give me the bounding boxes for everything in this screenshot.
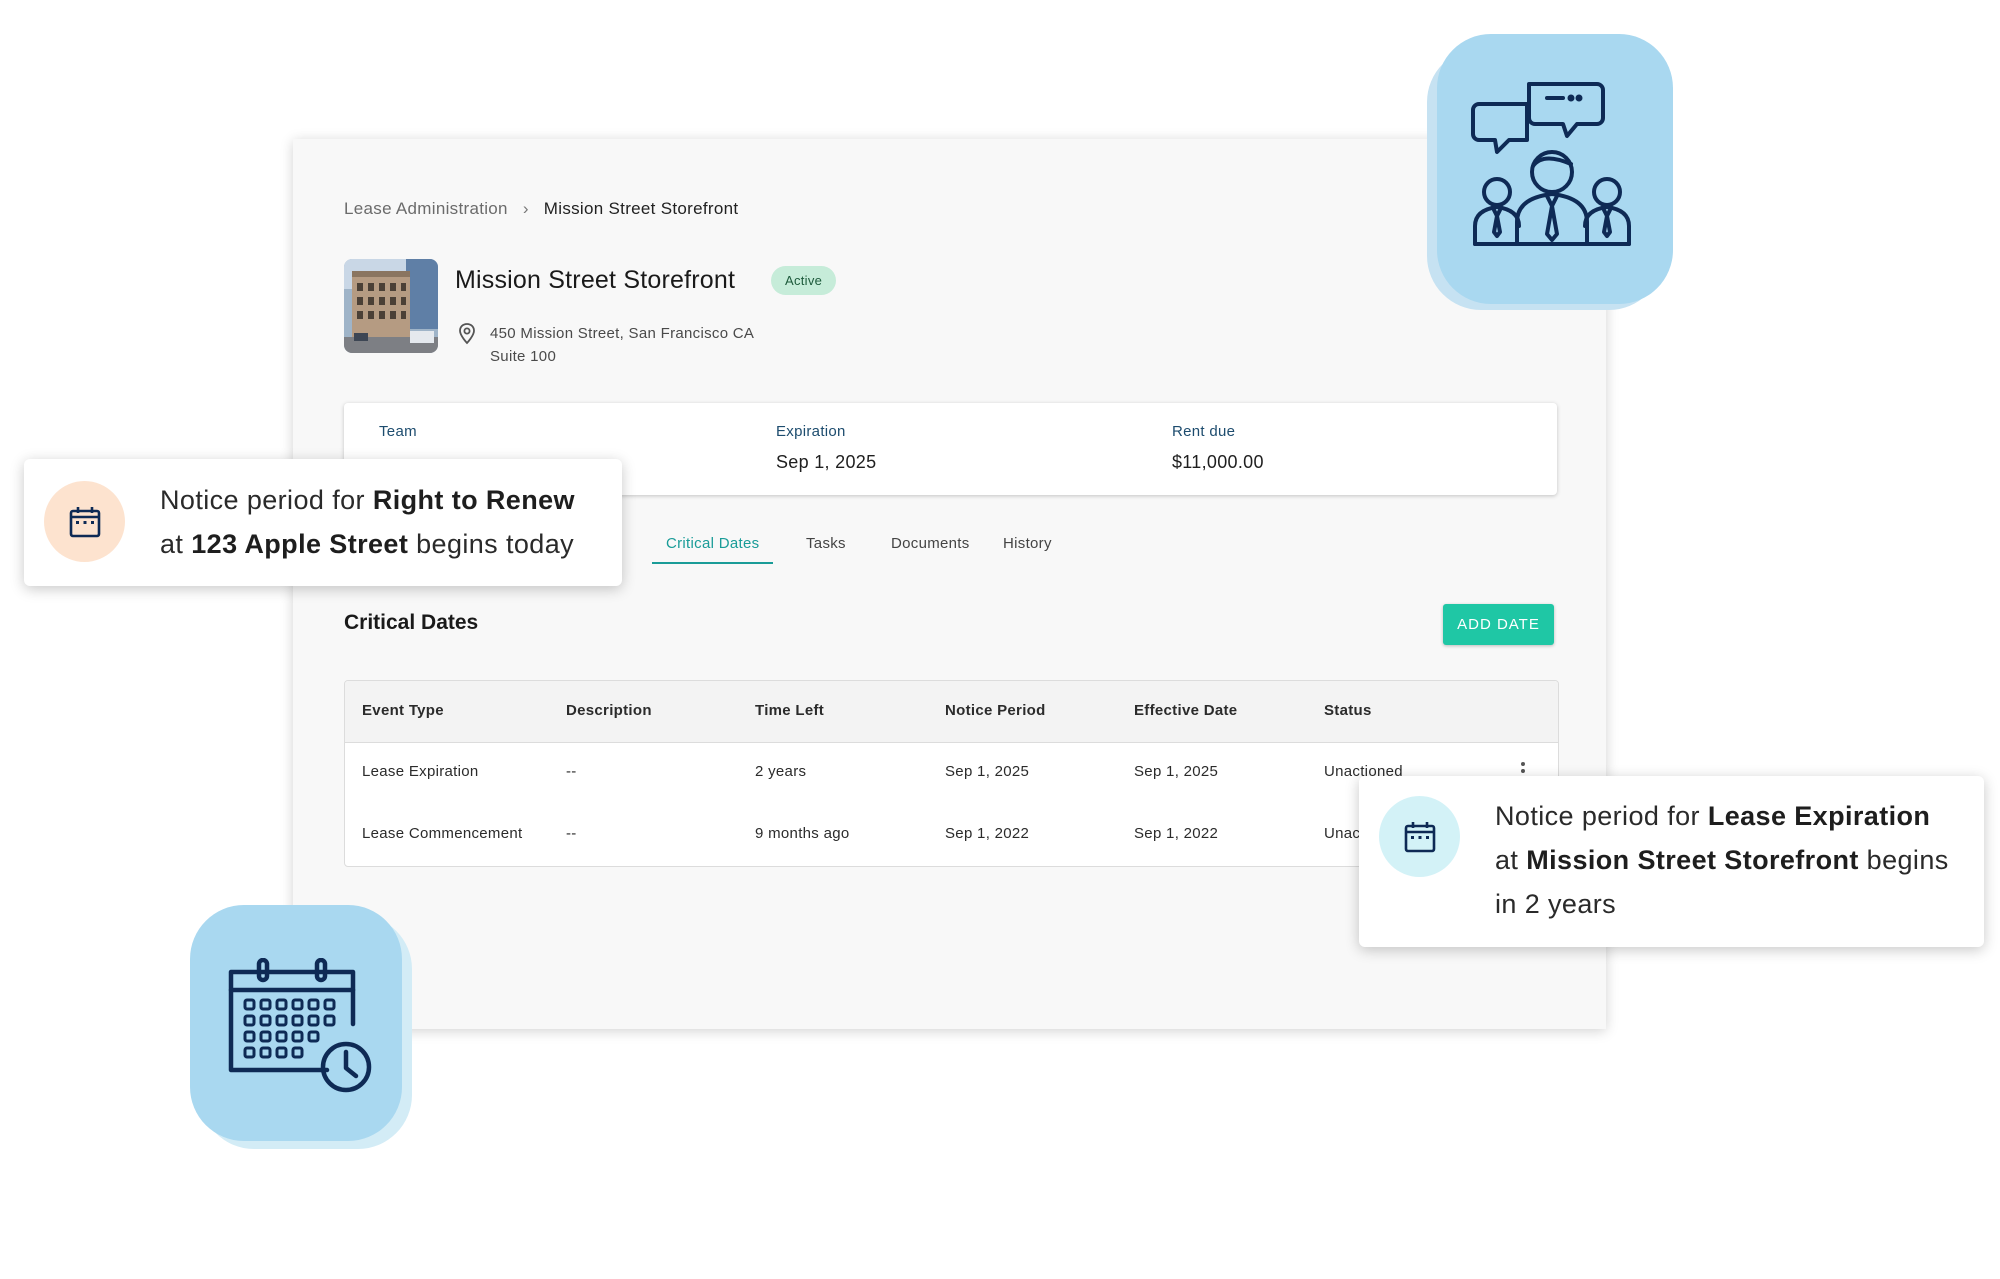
breadcrumb-lease-administration[interactable]: Lease Administration (344, 199, 508, 219)
calendar-icon (44, 481, 125, 562)
calendar-clock-icon (225, 957, 385, 1103)
tab-history[interactable]: History (989, 525, 1066, 562)
team-chat-icon (1467, 74, 1637, 259)
column-header-time-left[interactable]: Time Left (755, 702, 824, 719)
message-event-name: Right to Renew (372, 485, 575, 515)
cell-effective-date: Sep 1, 2025 (1134, 763, 1219, 780)
column-header-description[interactable]: Description (566, 702, 652, 719)
notification-message: Notice period for Right to Renew at 123 … (160, 478, 600, 566)
address-line-2: Suite 100 (490, 348, 557, 365)
breadcrumb-chevron-icon: › (522, 199, 529, 218)
column-header-notice-period[interactable]: Notice Period (945, 702, 1046, 719)
cell-event-type: Lease Commencement (362, 825, 523, 842)
status-badge: Active (771, 266, 837, 295)
team-label: Team (379, 423, 417, 440)
notification-right-to-renew[interactable]: Notice period for Right to Renew at 123 … (24, 459, 622, 586)
message-at: at (160, 529, 192, 559)
message-time-left: in 2 years (1495, 889, 1617, 919)
rent-value: $11,000.00 (1172, 452, 1264, 472)
expiration-value: Sep 1, 2025 (776, 452, 877, 472)
tab-tasks[interactable]: Tasks (792, 525, 860, 562)
location-pin-icon (457, 322, 477, 346)
address-line-1: 450 Mission Street, San Francisco CA (490, 325, 755, 342)
column-header-event-type[interactable]: Event Type (362, 702, 444, 719)
message-suffix: begins today (408, 529, 575, 559)
column-header-status[interactable]: Status (1324, 702, 1372, 719)
calendar-icon (1379, 796, 1460, 877)
message-prefix: Notice period for (160, 485, 373, 515)
breadcrumb: Lease Administration › Mission Street St… (344, 199, 738, 219)
calendar-tile (190, 905, 414, 1150)
cell-notice-period: Sep 1, 2025 (945, 763, 1030, 780)
property-photo (344, 259, 438, 353)
rent-label: Rent due (1172, 423, 1236, 440)
expiration-label: Expiration (776, 423, 846, 440)
message-property-name: 123 Apple Street (191, 529, 409, 559)
cell-status: Unac (1324, 825, 1361, 842)
cell-time-left: 2 years (755, 763, 807, 780)
tab-documents[interactable]: Documents (877, 525, 984, 562)
message-prefix: Notice period for (1495, 801, 1708, 831)
section-title: Critical Dates (344, 611, 479, 634)
tab-critical-dates[interactable]: Critical Dates (652, 525, 774, 564)
notification-message: Notice period for Lease Expiration at Mi… (1495, 794, 1965, 926)
cell-notice-period: Sep 1, 2022 (945, 825, 1030, 842)
column-header-effective-date[interactable]: Effective Date (1134, 702, 1237, 719)
add-date-button[interactable]: ADD DATE (1443, 604, 1554, 645)
property-title: Mission Street Storefront (455, 266, 736, 294)
cell-description: -- (566, 763, 577, 780)
summary-rent: Rent due $11,000.00 (1172, 423, 1264, 473)
summary-team: Team (379, 423, 417, 440)
breadcrumb-current: Mission Street Storefront (543, 199, 739, 218)
cell-effective-date: Sep 1, 2022 (1134, 825, 1219, 842)
message-suffix: begins (1858, 845, 1949, 875)
cell-event-type: Lease Expiration (362, 763, 479, 780)
notification-lease-expiration[interactable]: Notice period for Lease Expiration at Mi… (1359, 776, 1984, 947)
property-address: 450 Mission Street, San Francisco CA Sui… (490, 322, 754, 368)
cell-description: -- (566, 825, 577, 842)
message-at: at (1495, 845, 1527, 875)
message-property-name: Mission Street Storefront (1526, 845, 1859, 875)
table-header: Event Type Description Time Left Notice … (345, 681, 1558, 743)
message-event-name: Lease Expiration (1707, 801, 1931, 831)
summary-expiration: Expiration Sep 1, 2025 (776, 423, 876, 473)
team-chat-tile (1427, 34, 1673, 316)
cell-time-left: 9 months ago (755, 825, 850, 842)
